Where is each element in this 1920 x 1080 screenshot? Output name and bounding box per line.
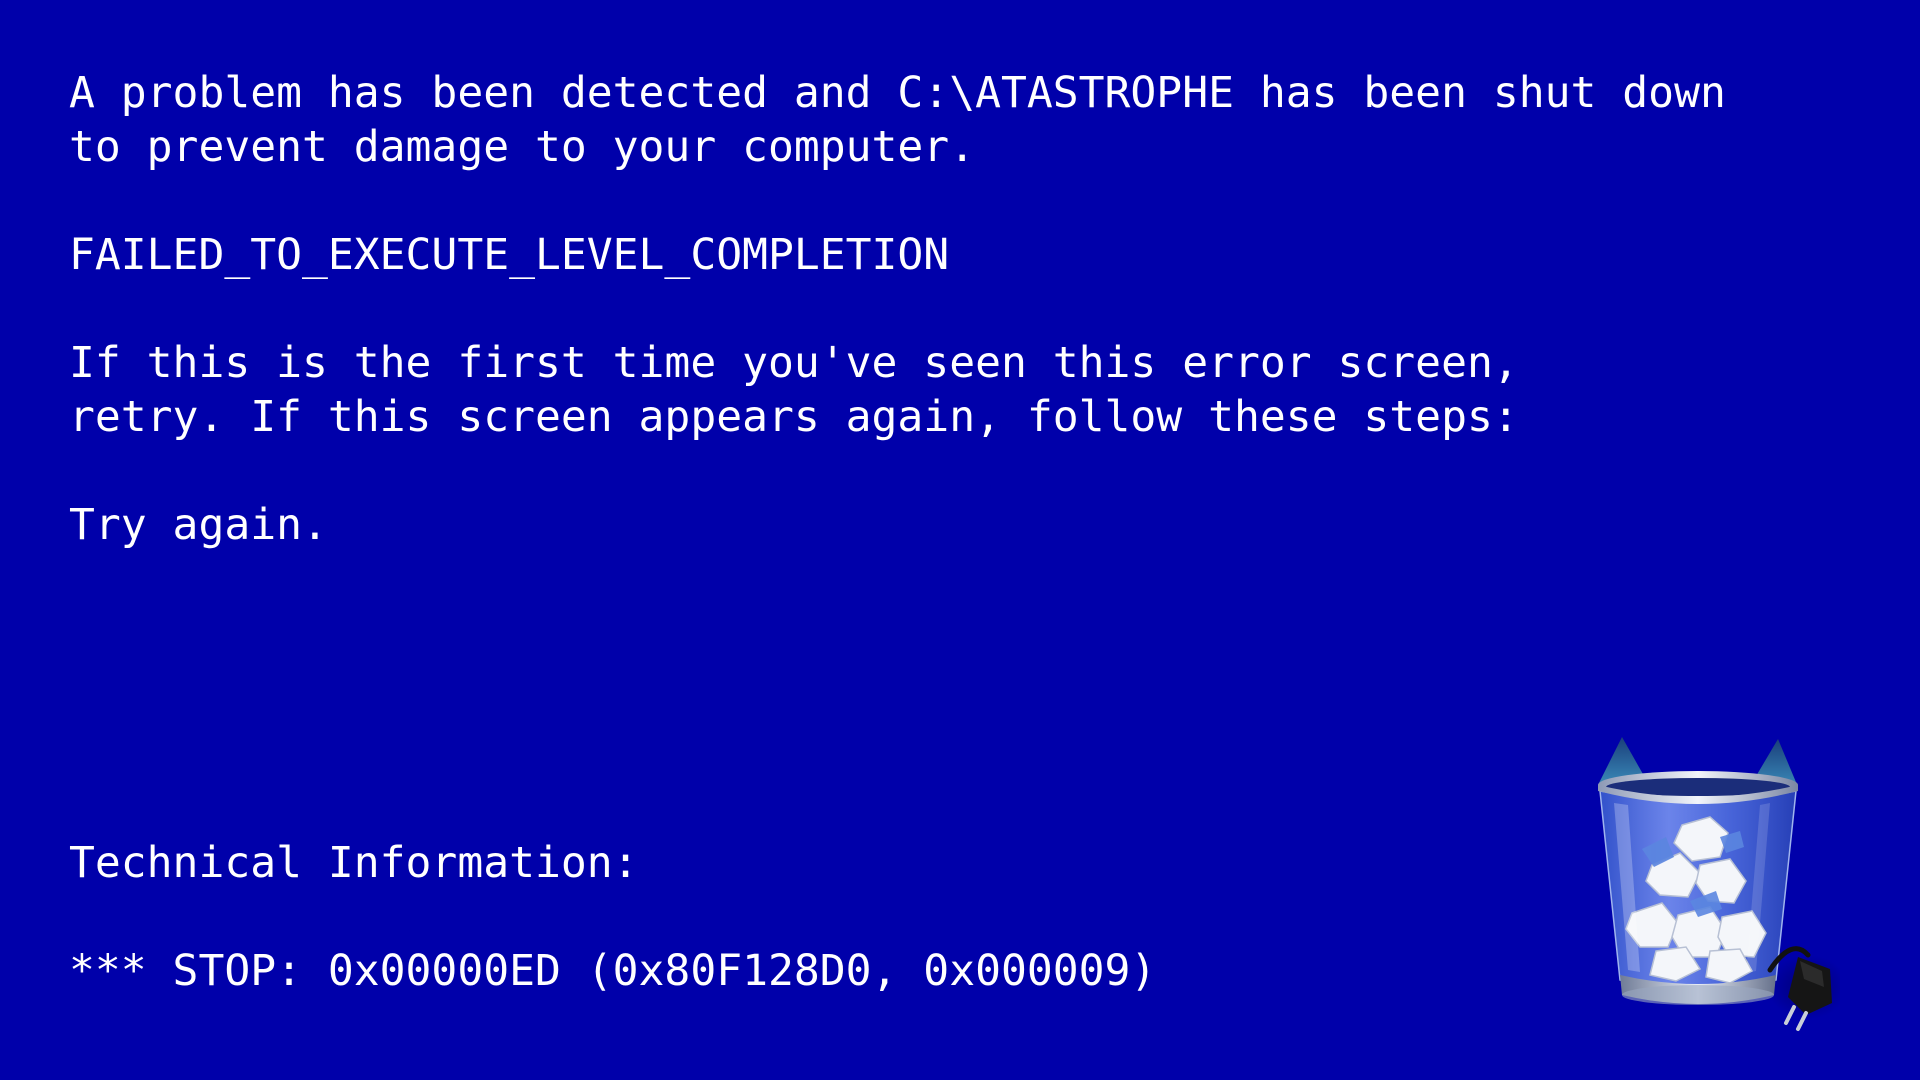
help-message-line-2: retry. If this screen appears again, fol… — [69, 392, 1519, 442]
stop-code-line: *** STOP: 0x00000ED (0x80F128D0, 0x00000… — [69, 946, 1157, 996]
bsod-screen: A problem has been detected and C:\ATAST… — [0, 0, 1920, 1080]
technical-information-heading: Technical Information: — [69, 838, 639, 888]
problem-message-line-2: to prevent damage to your computer. — [69, 122, 976, 172]
recycle-bin-icon[interactable] — [1570, 725, 1848, 1035]
recycle-bin-with-cat-ears-icon — [1598, 737, 1848, 1031]
error-code: FAILED_TO_EXECUTE_LEVEL_COMPLETION — [69, 230, 950, 280]
try-again-instruction: Try again. — [69, 500, 328, 550]
help-message-line-1: If this is the first time you've seen th… — [69, 338, 1519, 388]
problem-message-line-1: A problem has been detected and C:\ATAST… — [69, 68, 1726, 118]
